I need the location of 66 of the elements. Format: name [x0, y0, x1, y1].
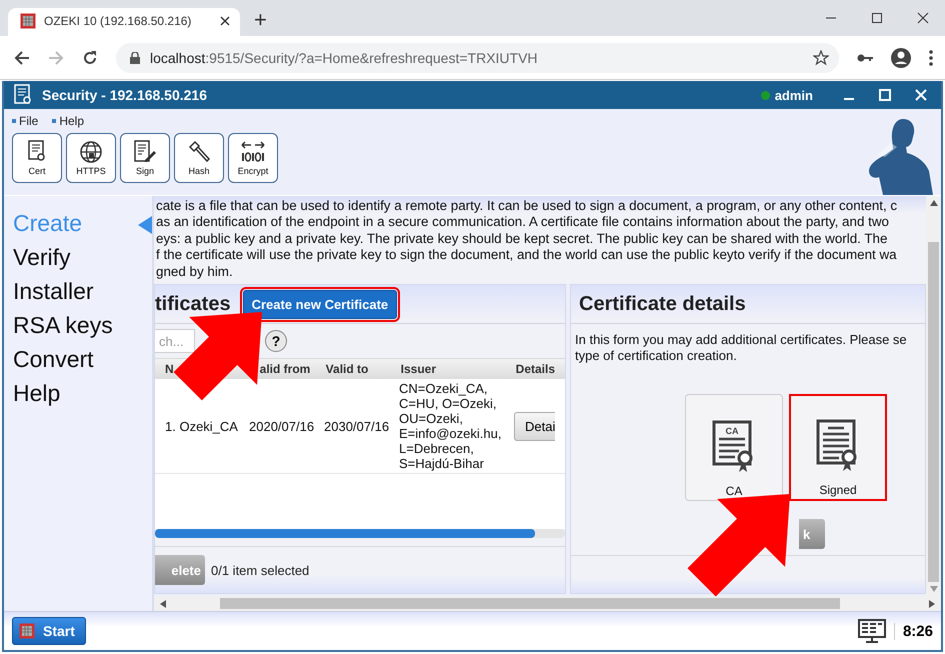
grid-icon [20, 13, 36, 29]
scrollbar[interactable] [154, 596, 941, 611]
user-name: admin [774, 88, 813, 102]
menu-item[interactable]: File [12, 113, 38, 129]
scroll-up-icon[interactable] [930, 200, 938, 206]
option-tile[interactable]: Signed [789, 394, 887, 502]
globe-icon [79, 140, 103, 164]
key-icon[interactable] [857, 52, 873, 62]
grid-icon [19, 623, 35, 639]
sidebar-item[interactable]: Installer [4, 278, 152, 312]
sidebar-item[interactable]: Convert [4, 346, 152, 380]
column-header[interactable]: alid from [260, 362, 326, 376]
column-header[interactable]: N [155, 362, 174, 376]
table-cell-text: 2030/07/16 [324, 418, 390, 434]
document-pen-icon [133, 140, 157, 164]
details-button[interactable]: Detai [514, 412, 556, 441]
hammer-icon [187, 140, 211, 164]
certificate-icon [14, 84, 32, 106]
start-button[interactable]: Start [12, 617, 86, 645]
new-tab-button[interactable]: + [254, 8, 267, 32]
panel-title: tificates [155, 292, 231, 316]
sidebar-item[interactable]: RSA keys [4, 312, 152, 346]
scroll-left-icon[interactable] [160, 600, 166, 608]
tab-title: OZEKI 10 (192.168.50.216) [44, 14, 192, 28]
toolbar-button[interactable]: Encrypt [228, 133, 278, 183]
help-button[interactable]: ? [265, 330, 287, 352]
account-icon[interactable] [891, 48, 911, 68]
maximize-icon[interactable] [871, 12, 883, 24]
more-icon[interactable] [929, 50, 933, 66]
sidebar-item[interactable]: Help [4, 380, 152, 414]
close-icon[interactable] [220, 16, 230, 26]
sidebar-item[interactable]: Verify [4, 244, 152, 278]
binary-arrows-icon [240, 140, 266, 164]
toolbar-button[interactable]: Hash [174, 133, 224, 183]
panel-description: In this form you may add additional certificates. Please se type of certification creation. [575, 332, 908, 364]
panel-title: Certificate details [578, 292, 746, 316]
browser-tab[interactable]: OZEKI 10 (192.168.50.216) [8, 8, 240, 36]
toolbar-button[interactable]: Sign [120, 133, 170, 183]
column-header[interactable]: Issuer [400, 362, 516, 376]
scrollbar-thumb[interactable] [220, 598, 840, 609]
description-text: cate is a file that can be used to identify a remote party. It can be used to sign a document, a program, or any other content, c as an identification of the endpoint in a secure communication. A certificate file contains information about the party, and two eys: a public key and a private key. The private key should be kept secret. The public key can be shared with the world. The f the certificate will use the private key to sign the document, and the world can use the public keyto verify if the document wa gned by him. [154, 196, 926, 284]
toolbar-button[interactable]: Cert [12, 133, 62, 183]
selection-status: 0/1 item selected [211, 562, 310, 578]
menu-item[interactable]: Help [52, 113, 84, 129]
table-cell-text: 1. Ozeki_CA [164, 418, 239, 434]
toolbar-button[interactable]: HTTPS [66, 133, 116, 183]
option-tile[interactable]: CA CA [685, 394, 783, 502]
lock-icon [130, 52, 140, 64]
app-title: Security - 192.168.50.216 [42, 87, 208, 103]
scroll-right-icon[interactable] [929, 600, 935, 608]
close-icon[interactable] [917, 12, 929, 24]
reload-icon[interactable] [82, 50, 98, 66]
star-icon[interactable] [813, 50, 829, 66]
address-field[interactable]: localhost:9515/Security/?a=Home&refreshrequest=TRXIUTVH [116, 42, 839, 72]
back-icon[interactable] [14, 50, 30, 66]
scrollbar[interactable] [926, 196, 941, 596]
url-text: localhost:9515/Security/?a=Home&refreshrequest=TRXIUTVH [150, 50, 539, 66]
create-certificate-button[interactable]: Create new Certificate [242, 290, 398, 319]
search-field[interactable]: ch... [155, 329, 195, 354]
table-cell-text: CN=Ozeki_CA, C=HU, O=Ozeki, OU=Ozeki, E=info@ozeki.hu, L=Debrecen, S=Hajdú-Bihar [399, 381, 502, 472]
column-header[interactable]: Valid to [326, 362, 401, 376]
monitor-icon[interactable] [858, 619, 886, 643]
clock: 8:26 [894, 622, 933, 640]
table-cell-text: 2020/07/16 [249, 418, 316, 434]
column-header[interactable]: Details [516, 362, 565, 376]
scrollbar-thumb[interactable] [928, 242, 939, 582]
